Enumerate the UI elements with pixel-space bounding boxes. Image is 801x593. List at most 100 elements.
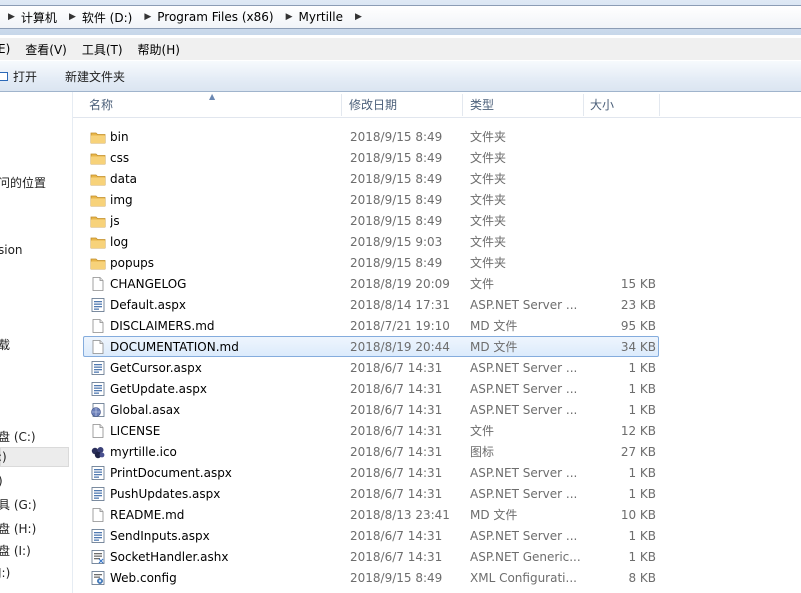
chevron-right-icon[interactable]: ▶ [2,12,21,22]
nav-item-recent-places[interactable]: 问的位置 [0,174,46,191]
file-size: 10 KB [620,508,656,522]
column-divider[interactable] [659,94,660,116]
nav-item-drive-i[interactable]: 盘 (I:) [0,542,31,559]
column-divider[interactable] [462,94,463,116]
file-name: Web.config [110,571,177,585]
file-modified-date: 2018/8/14 17:31 [350,298,450,312]
file-modified-date: 2018/9/15 8:49 [350,172,443,186]
menu-tools[interactable]: 工具(T) [82,41,123,58]
ico-file-icon [90,444,106,460]
file-row[interactable]: Default.aspx 2018/8/14 17:31 ASP.NET Serve… [83,294,659,315]
menu-help[interactable]: 帮助(H) [138,41,180,58]
file-modified-date: 2018/6/7 14:31 [350,487,443,501]
new-folder-button[interactable]: 新建文件夹 [65,68,125,85]
file-row[interactable]: Web.config 2018/9/15 8:49 XML Configurati.… [83,567,659,588]
nav-item-drive-j[interactable]: J:) [0,566,10,580]
breadcrumb-item[interactable]: ▶ Myrtille [278,6,347,28]
aspx-file-icon [90,465,106,481]
file-row[interactable]: Global.asax 2018/6/7 14:31 ASP.NET Server … [83,399,659,420]
breadcrumb-myrtille[interactable]: Myrtille [299,10,345,24]
chevron-right-icon[interactable]: ▶ [280,12,299,22]
nav-item-drive-g[interactable]: 具 (G:) [0,496,37,513]
address-bar[interactable]: ▶ 计算机 ▶ 软件 (D:) ▶ Program Files (x86) ▶ … [0,5,801,29]
file-modified-date: 2018/9/15 9:03 [350,235,443,249]
file-row[interactable]: DOCUMENTATION.md 2018/8/19 20:44 MD 文件 34 K… [83,336,659,357]
folder-icon [90,150,106,166]
sort-ascending-icon: ▲ [209,92,216,101]
column-divider[interactable] [341,94,342,116]
file-name: DOCUMENTATION.md [110,340,239,354]
file-name: GetCursor.aspx [110,361,202,375]
column-header: ▲ 名称 修改日期 类型 大小 [73,92,801,118]
file-row[interactable]: myrtille.ico 2018/6/7 14:31 图标 27 KB [83,441,659,462]
menu-edit[interactable]: E) [0,42,10,56]
column-name[interactable]: 名称 [89,92,113,117]
file-modified-date: 2018/9/15 8:49 [350,214,443,228]
file-icon [90,276,106,292]
file-row[interactable]: log 2018/9/15 9:03 文件夹 [83,231,659,252]
file-size: 27 KB [620,445,656,459]
file-size: 12 KB [620,424,656,438]
folder-icon [90,129,106,145]
file-modified-date: 2018/6/7 14:31 [350,382,443,396]
file-row[interactable]: img 2018/9/15 8:49 文件夹 [83,189,659,210]
column-size[interactable]: 大小 [590,92,614,117]
chevron-right-icon[interactable]: ▶ [63,12,82,22]
aspx-file-icon [90,297,106,313]
file-row[interactable]: css 2018/9/15 8:49 文件夹 [83,147,659,168]
file-size: 1 KB [628,550,656,564]
aspx-file-icon [90,381,106,397]
file-modified-date: 2018/6/7 14:31 [350,529,443,543]
file-row[interactable]: data 2018/9/15 8:49 文件夹 [83,168,659,189]
chevron-right-icon[interactable]: ▶ [138,12,157,22]
file-name: CHANGELOG [110,277,187,291]
breadcrumb-drive-d[interactable]: 软件 (D:) [82,9,134,26]
folder-icon [90,192,106,208]
file-row[interactable]: bin 2018/9/15 8:49 文件夹 [83,126,659,147]
breadcrumb-program-files[interactable]: Program Files (x86) [157,10,275,24]
file-row[interactable]: popups 2018/9/15 8:49 文件夹 [83,252,659,273]
breadcrumb-root[interactable]: ▶ 计算机 [0,6,61,28]
nav-item-downloads[interactable]: 载 [0,336,10,353]
chevron-right-icon[interactable]: ▶ [349,12,368,22]
file-row[interactable]: GetCursor.aspx 2018/6/7 14:31 ASP.NET Serv… [83,357,659,378]
file-row[interactable]: SocketHandler.ashx 2018/6/7 14:31 ASP.NET … [83,546,659,567]
file-row[interactable]: DISCLAIMERS.md 2018/7/21 19:10 MD 文件 95 KB [83,315,659,336]
file-modified-date: 2018/8/13 23:41 [350,508,450,522]
file-modified-date: 2018/9/15 8:49 [350,151,443,165]
address-bar-area: ▶ 计算机 ▶ 软件 (D:) ▶ Program Files (x86) ▶ … [0,0,801,35]
file-row[interactable]: SendInputs.aspx 2018/6/7 14:31 ASP.NET Ser… [83,525,659,546]
file-name: GetUpdate.aspx [110,382,207,396]
breadcrumb-end[interactable]: ▶ [347,6,370,28]
column-type[interactable]: 类型 [470,92,494,117]
breadcrumb-computer[interactable]: 计算机 [21,9,59,26]
file-modified-date: 2018/9/15 8:49 [350,130,443,144]
file-row[interactable]: js 2018/9/15 8:49 文件夹 [83,210,659,231]
file-size [564,211,656,230]
file-name: log [110,235,129,249]
file-row[interactable]: GetUpdate.aspx 2018/6/7 14:31 ASP.NET Serv… [83,378,659,399]
file-row[interactable]: PrintDocument.aspx 2018/6/7 14:31 ASP.NET … [83,462,659,483]
menu-view[interactable]: 查看(V) [25,41,67,58]
folder-icon [90,171,106,187]
file-modified-date: 2018/6/7 14:31 [350,361,443,375]
file-modified-date: 2018/9/15 8:49 [350,256,443,270]
column-divider[interactable] [583,94,584,116]
file-row[interactable]: PushUpdates.aspx 2018/6/7 14:31 ASP.NET Se… [83,483,659,504]
breadcrumb-item[interactable]: ▶ Program Files (x86) [136,6,277,28]
navigation-pane[interactable]: 问的位置 sion 载 盘 (C:) :) ) 具 (G:) 盘 (H:) 盘 … [0,92,73,593]
file-row[interactable]: README.md 2018/8/13 23:41 MD 文件 10 KB [83,504,659,525]
file-row[interactable]: LICENSE 2018/6/7 14:31 文件 12 KB [83,420,659,441]
open-button[interactable]: 打开 [0,68,37,85]
nav-item-drive-d[interactable]: :) [0,450,7,464]
column-date[interactable]: 修改日期 [349,92,397,117]
nav-item-drive-e[interactable]: ) [0,474,3,488]
file-size [564,169,656,188]
nav-item-subversion[interactable]: sion [0,243,23,257]
file-row[interactable]: CHANGELOG 2018/8/19 20:09 文件 15 KB [83,273,659,294]
open-button-label: 打开 [13,69,38,84]
nav-item-drive-h[interactable]: 盘 (H:) [0,520,36,537]
file-list[interactable]: bin 2018/9/15 8:49 文件夹 css 2018/9/15 8:49 文件夹… [73,117,801,593]
breadcrumb-item[interactable]: ▶ 软件 (D:) [61,6,136,28]
nav-item-drive-c[interactable]: 盘 (C:) [0,428,36,445]
